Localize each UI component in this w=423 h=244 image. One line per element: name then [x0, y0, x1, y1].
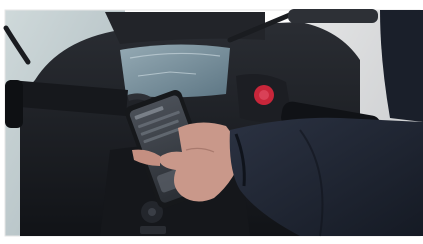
- scooter-phone-photo: [0, 0, 423, 244]
- phone-mount: [127, 93, 152, 103]
- right-mirror: [288, 9, 378, 23]
- photo-frame: [0, 0, 423, 244]
- ignition-center: [148, 208, 156, 216]
- red-button-highlight: [259, 90, 269, 100]
- left-grip: [5, 80, 23, 128]
- dashboard-display: [120, 44, 230, 98]
- console-button: [140, 226, 166, 234]
